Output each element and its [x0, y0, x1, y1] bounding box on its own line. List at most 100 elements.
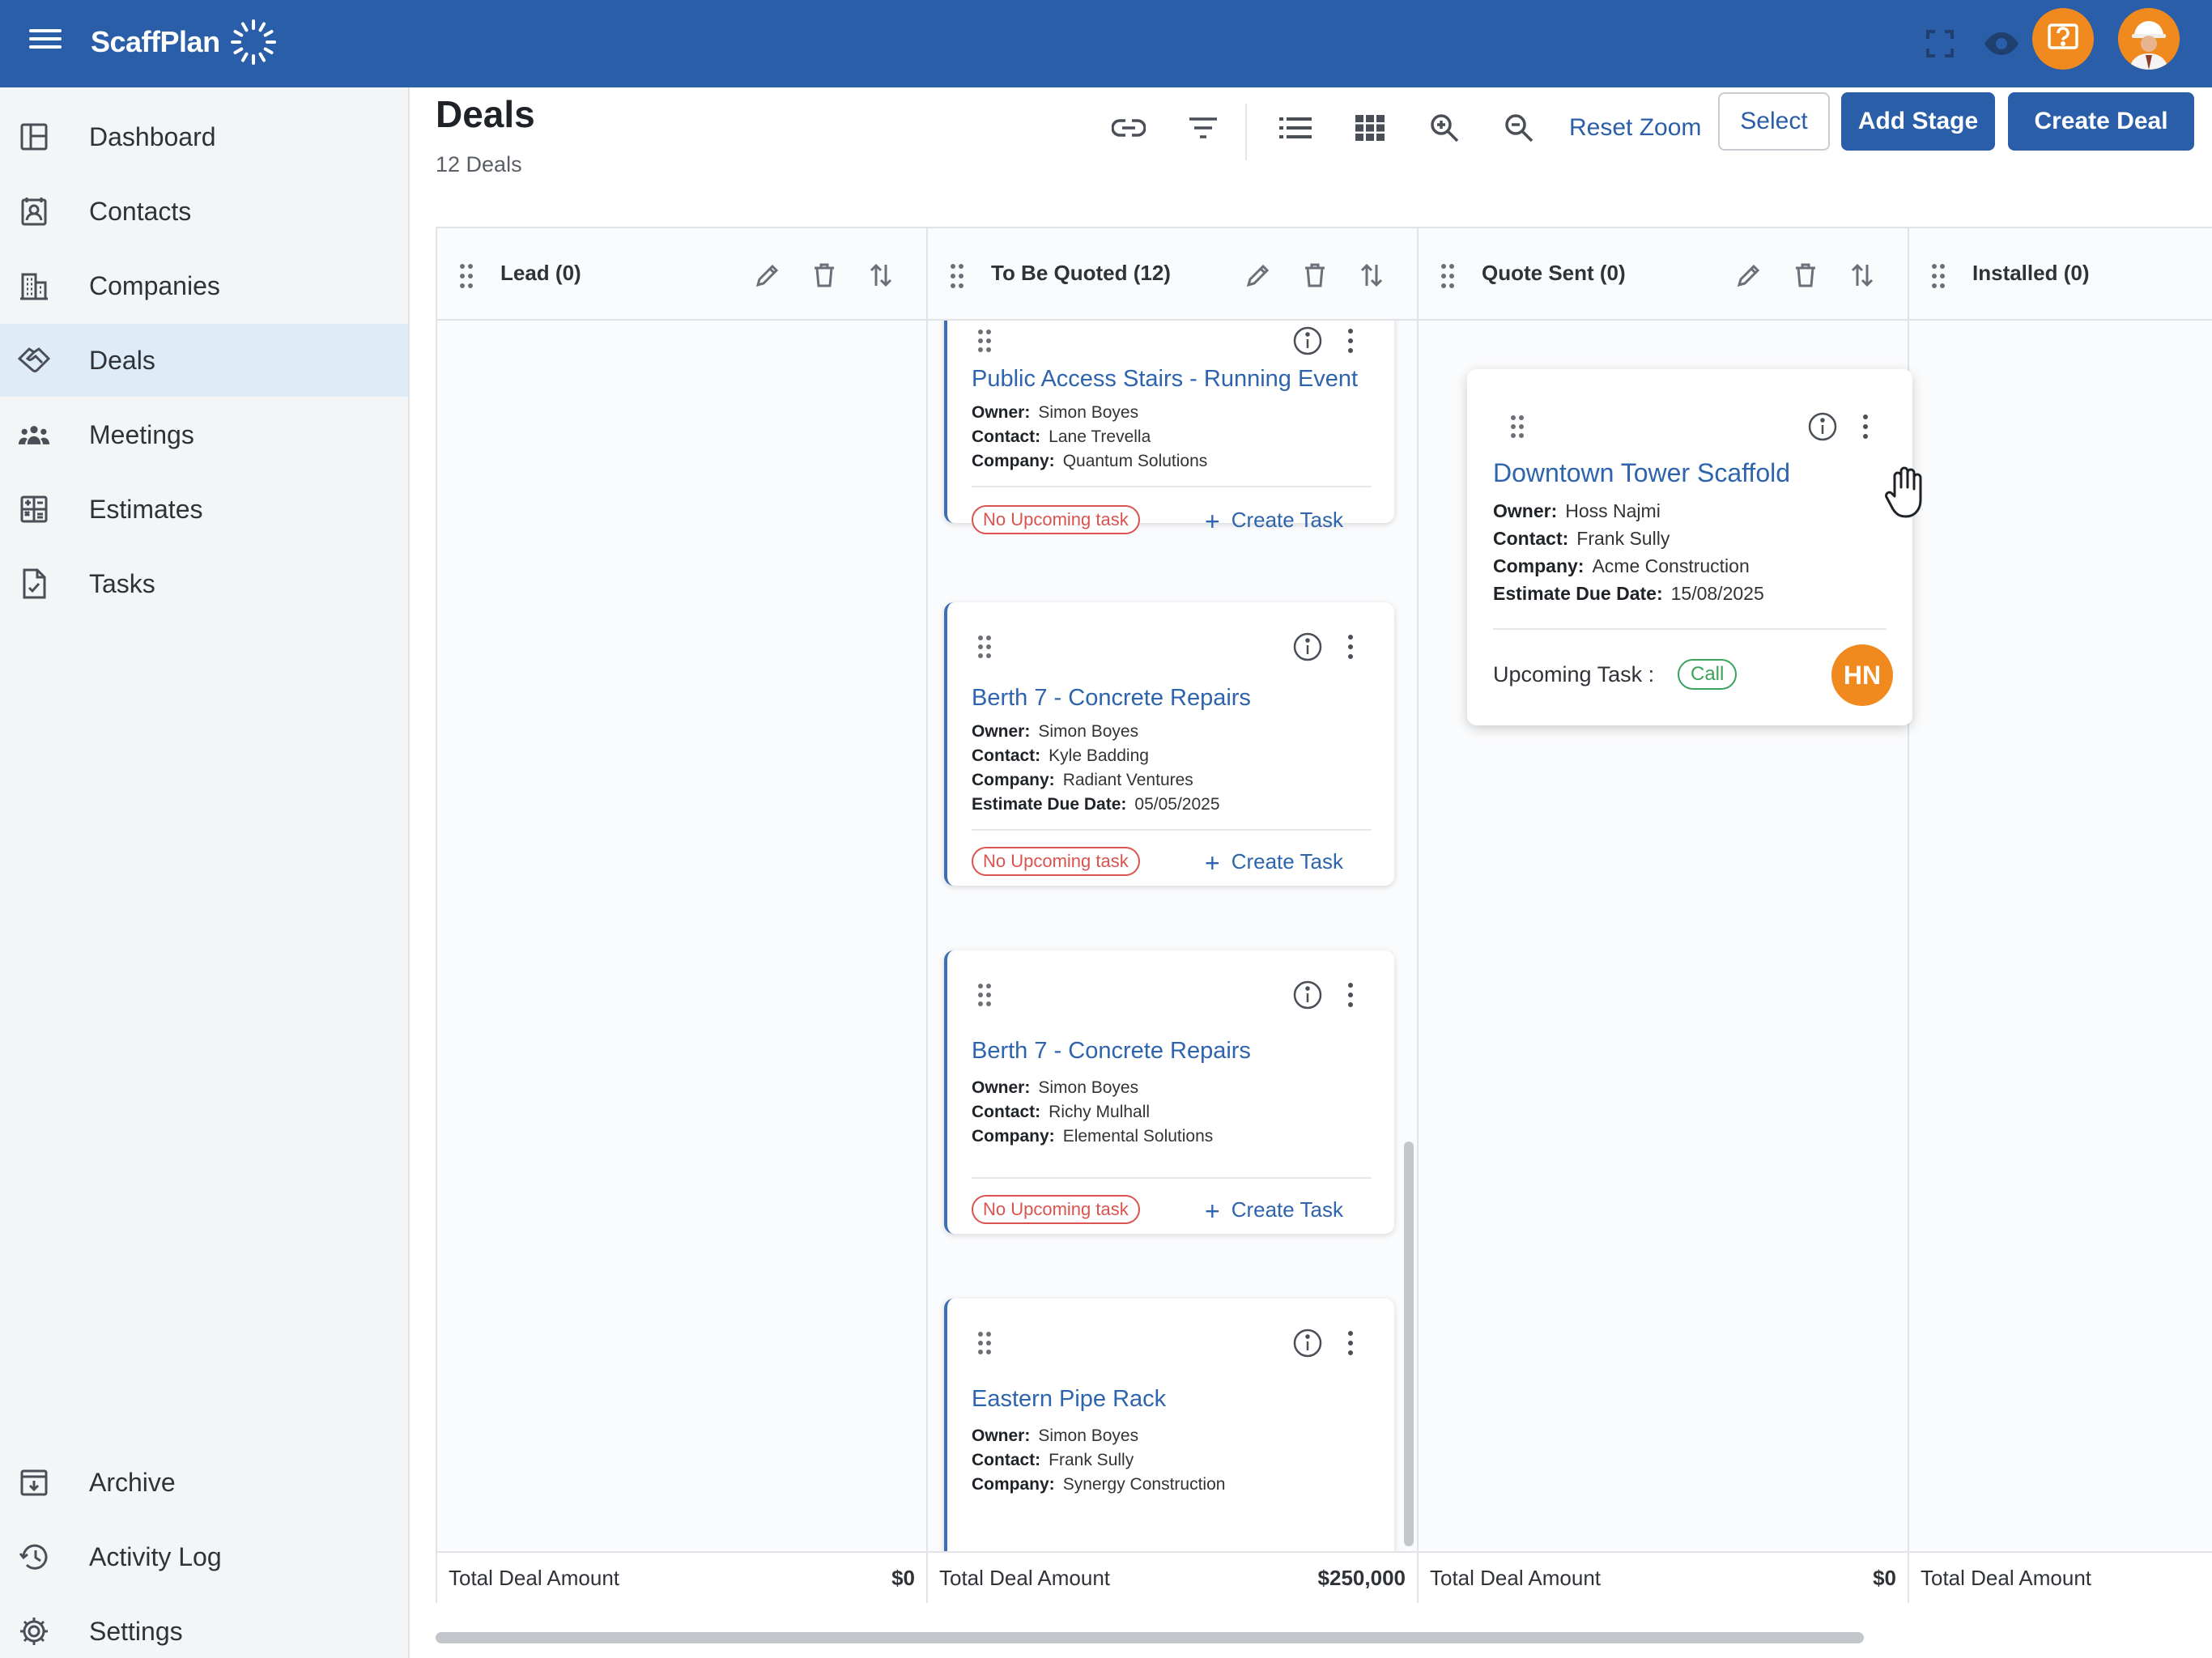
info-icon[interactable]: [1292, 631, 1323, 662]
drag-handle-icon[interactable]: [976, 983, 993, 1007]
deal-estimate-due: Estimate Due Date: 05/05/2025: [972, 795, 1220, 814]
deal-contact: Contact: Kyle Badding: [972, 746, 1149, 765]
delete-stage-icon[interactable]: [1789, 259, 1822, 291]
vertical-scrollbar[interactable]: [1404, 1141, 1414, 1546]
deal-title-link[interactable]: Eastern Pipe Rack: [972, 1386, 1166, 1413]
zoom-in-icon[interactable]: [1420, 104, 1469, 152]
zoom-out-icon[interactable]: [1495, 104, 1543, 152]
edit-stage-icon[interactable]: [1733, 259, 1765, 291]
user-avatar[interactable]: [2118, 8, 2180, 70]
deal-card[interactable]: Eastern Pipe Rack Owner: Simon Boyes Cont…: [944, 1299, 1394, 1554]
dashboard-icon: [18, 121, 50, 153]
info-icon[interactable]: [1292, 325, 1323, 356]
drag-handle-icon[interactable]: [1930, 262, 1946, 290]
create-task-button[interactable]: + Create Task: [1205, 847, 1343, 878]
delete-stage-icon[interactable]: [808, 259, 840, 291]
reset-zoom-link[interactable]: Reset Zoom: [1569, 105, 1701, 151]
sidebar-item-estimates[interactable]: Estimates: [0, 473, 408, 546]
edit-stage-icon[interactable]: [751, 259, 784, 291]
deal-card[interactable]: Berth 7 - Concrete Repairs Owner: Simon B…: [944, 602, 1394, 886]
brand-logo[interactable]: ScaffPlan: [91, 18, 279, 66]
create-task-button[interactable]: + Create Task: [1205, 1195, 1343, 1226]
more-options-icon[interactable]: [1342, 325, 1359, 356]
edit-stage-icon[interactable]: [1242, 259, 1274, 291]
select-button[interactable]: Select: [1718, 92, 1830, 151]
deal-title-link[interactable]: Berth 7 - Concrete Repairs: [972, 1038, 1251, 1065]
drag-handle-icon[interactable]: [1440, 262, 1456, 290]
info-icon[interactable]: [1292, 980, 1323, 1010]
sidebar-item-label: Companies: [89, 270, 220, 300]
deal-count: 12 Deals: [436, 152, 522, 176]
card-divider: [972, 829, 1372, 831]
sidebar-item-dashboard[interactable]: Dashboard: [0, 100, 408, 173]
more-options-icon[interactable]: [1342, 980, 1359, 1010]
deal-owner: Owner: Simon Boyes: [972, 1426, 1139, 1445]
deal-company: Company: Radiant Ventures: [972, 771, 1193, 789]
deal-card[interactable]: Public Access Stairs - Running Event Own…: [944, 321, 1394, 536]
deal-owner: Owner: Simon Boyes: [972, 1078, 1139, 1097]
sidebar-item-companies[interactable]: Companies: [0, 249, 408, 322]
deal-title-link[interactable]: Downtown Tower Scaffold: [1493, 458, 1790, 488]
drag-handle-icon[interactable]: [949, 262, 965, 290]
gear-icon: [18, 1615, 50, 1647]
hamburger-menu-icon[interactable]: [29, 24, 62, 57]
sort-stage-icon[interactable]: [865, 259, 897, 291]
deal-estimate-due: Estimate Due Date: 15/08/2025: [1493, 583, 1764, 604]
total-deal-amount-label: Total Deal Amount: [1921, 1566, 2092, 1590]
help-icon[interactable]: [2032, 8, 2094, 70]
info-icon[interactable]: [1292, 1328, 1323, 1358]
delete-stage-icon[interactable]: [1299, 259, 1331, 291]
grid-view-icon[interactable]: [1346, 104, 1394, 152]
create-task-button[interactable]: + Create Task: [1205, 505, 1343, 537]
deal-title-link[interactable]: Berth 7 - Concrete Repairs: [972, 685, 1251, 712]
horizontal-scrollbar[interactable]: [436, 1632, 1864, 1643]
info-icon[interactable]: [1807, 411, 1838, 442]
link-icon[interactable]: [1104, 104, 1153, 152]
stage-body: Public Access Stairs - Running Event Own…: [928, 321, 1417, 1554]
sidebar-item-contacts[interactable]: Contacts: [0, 175, 408, 248]
page-title: Deals: [436, 93, 535, 135]
sidebar-item-label: Meetings: [89, 419, 194, 449]
brand-mark-icon: [230, 19, 276, 65]
stage-column-to-be-quoted: To Be Quoted (12) Public Access Stairs -…: [926, 227, 1417, 1603]
fullscreen-icon[interactable]: [1921, 19, 1959, 68]
total-deal-amount-label: Total Deal Amount: [939, 1566, 1111, 1590]
drag-handle-icon[interactable]: [976, 329, 993, 353]
filter-icon[interactable]: [1179, 104, 1227, 152]
brand-name: ScaffPlan: [91, 25, 220, 58]
stage-body: [437, 321, 926, 1554]
sidebar-item-settings[interactable]: Settings: [0, 1595, 408, 1658]
sidebar-item-archive[interactable]: Archive: [0, 1446, 408, 1519]
sidebar-item-meetings[interactable]: Meetings: [0, 398, 408, 471]
no-upcoming-task-badge: No Upcoming task: [972, 847, 1140, 876]
drag-handle-icon[interactable]: [458, 262, 474, 290]
sort-stage-icon[interactable]: [1846, 259, 1878, 291]
deal-company: Company: Synergy Construction: [972, 1475, 1226, 1494]
create-deal-button[interactable]: Create Deal: [2008, 92, 2194, 151]
more-options-icon[interactable]: [1857, 411, 1874, 442]
drag-handle-icon[interactable]: [976, 635, 993, 659]
history-icon: [18, 1541, 50, 1573]
more-options-icon[interactable]: [1342, 631, 1359, 662]
stage-title: Installed (0): [1972, 261, 2090, 285]
total-deal-amount-value: $250,000: [1317, 1566, 1406, 1590]
drag-handle-icon[interactable]: [976, 1331, 993, 1355]
stage-column-installed: Installed (0) Total Deal Amount: [1908, 227, 2212, 1603]
sidebar-item-deals[interactable]: Deals: [0, 324, 408, 397]
sidebar-item-activity-log[interactable]: Activity Log: [0, 1520, 408, 1593]
deal-contact: Contact: Richy Mulhall: [972, 1103, 1151, 1121]
list-view-icon[interactable]: [1271, 104, 1320, 152]
sort-stage-icon[interactable]: [1355, 259, 1388, 291]
sidebar-item-tasks[interactable]: Tasks: [0, 547, 408, 620]
more-options-icon[interactable]: [1342, 1328, 1359, 1358]
dragged-deal-card[interactable]: Downtown Tower Scaffold Owner: Hoss Najmi…: [1467, 369, 1912, 725]
drag-handle-icon[interactable]: [1509, 414, 1525, 439]
add-stage-button[interactable]: Add Stage: [1841, 92, 1995, 151]
plus-icon: +: [1205, 848, 1220, 878]
deal-title-link[interactable]: Public Access Stairs - Running Event: [972, 366, 1358, 393]
deal-card[interactable]: Berth 7 - Concrete Repairs Owner: Simon B…: [944, 950, 1394, 1234]
plus-icon: +: [1205, 507, 1220, 537]
deal-contact: Contact: Frank Sully: [972, 1451, 1134, 1469]
eye-icon[interactable]: [1979, 19, 2024, 68]
assignee-avatar[interactable]: HN: [1831, 644, 1893, 706]
